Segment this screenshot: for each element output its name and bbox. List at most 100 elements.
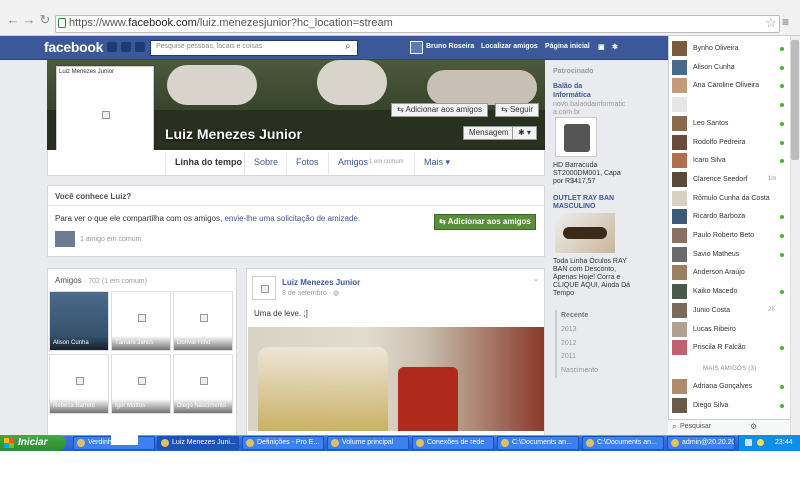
chat-contact[interactable]: Kaiko Macedo bbox=[672, 284, 790, 300]
avatar[interactable] bbox=[55, 231, 75, 247]
chat-contact-name: Ana Caroline Oliveira bbox=[693, 82, 760, 90]
network-icon[interactable] bbox=[745, 439, 752, 446]
avatar bbox=[672, 134, 687, 150]
taskbar-button[interactable]: Definições - Pro E... bbox=[242, 436, 324, 450]
avatar bbox=[672, 284, 687, 300]
ad1-title-2[interactable]: Informática bbox=[553, 92, 591, 99]
chat-contact[interactable]: Junio Costa 2h bbox=[672, 302, 790, 319]
profile-name[interactable]: Luiz Menezes Junior bbox=[165, 126, 302, 142]
chat-search-placeholder: Pesquisar bbox=[680, 423, 712, 430]
chat-options-icon[interactable]: ⚙ bbox=[750, 422, 757, 431]
ad1-title-1[interactable]: Balão da bbox=[553, 83, 582, 90]
message-button[interactable]: Mensagem bbox=[463, 126, 515, 140]
post-date[interactable]: 8 de setembro · ◍ bbox=[282, 289, 339, 297]
chat-contact[interactable]: Ana Caroline Oliveira bbox=[672, 78, 790, 94]
friend-tile[interactable]: Alison Cunha bbox=[49, 291, 109, 351]
follow-button[interactable]: ⇆ Seguir bbox=[495, 103, 540, 117]
timeline-year-recent[interactable]: Recente bbox=[561, 312, 588, 319]
avatar[interactable] bbox=[410, 41, 423, 54]
chat-contact[interactable]: Anderson Araújo bbox=[672, 265, 790, 281]
friend-tile[interactable]: Tâmara Janos bbox=[111, 291, 171, 351]
scrollbar-thumb[interactable] bbox=[791, 40, 799, 160]
post-photo[interactable] bbox=[248, 327, 544, 431]
ad2-text-5: Tempo bbox=[553, 290, 575, 297]
avatar bbox=[672, 41, 687, 56]
chat-contact[interactable]: Priscila R Falcão bbox=[672, 340, 790, 356]
tab-more[interactable]: Mais ▾ bbox=[424, 157, 450, 168]
friend-tile[interactable]: Diego Nascimento bbox=[173, 354, 233, 414]
back-icon[interactable]: ← bbox=[6, 13, 20, 27]
app-icon bbox=[331, 439, 339, 447]
ad2-title-2[interactable]: MASCULINO bbox=[553, 203, 595, 210]
timeline-year-birth[interactable]: Nascimento bbox=[561, 367, 598, 374]
gear-icon[interactable]: ✱ bbox=[612, 43, 618, 51]
friend-tile[interactable]: Dorival Filho bbox=[173, 291, 233, 351]
chat-contact[interactable]: Bynho Oliveira bbox=[672, 41, 790, 57]
taskbar-button-label: Volume principal bbox=[342, 439, 394, 446]
taskbar-button[interactable]: Volume principal bbox=[327, 436, 409, 450]
taskbar-button[interactable]: C:\Documents an... bbox=[582, 436, 664, 450]
timeline-year[interactable]: 2012 bbox=[561, 340, 577, 347]
privacy-icon[interactable]: ▣ bbox=[598, 43, 605, 51]
ad2-text-4: CLIQUE AQUI, Ainda Dá bbox=[553, 282, 631, 289]
facebook-logo[interactable]: facebook bbox=[44, 39, 103, 55]
timeline-year[interactable]: 2011 bbox=[561, 353, 576, 360]
timeline-year[interactable]: 2013 bbox=[561, 326, 577, 333]
chevron-down-icon[interactable]: ⌄ bbox=[533, 275, 539, 283]
tab-timeline[interactable]: Linha do tempo bbox=[175, 157, 242, 167]
settings-dropdown-icon[interactable]: ✱ ▾ bbox=[512, 126, 537, 140]
notifications-icon[interactable] bbox=[135, 42, 145, 52]
ad1-image[interactable] bbox=[555, 117, 597, 157]
taskbar-button-label: C:\Documents an... bbox=[597, 439, 657, 446]
tab-photos[interactable]: Fotos bbox=[296, 157, 319, 167]
menu-icon[interactable]: ≡ bbox=[782, 15, 789, 29]
bookmark-star-icon[interactable]: ☆ bbox=[765, 15, 777, 31]
chat-contact-name: Diego Silva bbox=[693, 402, 729, 409]
forward-icon[interactable]: → bbox=[22, 13, 36, 27]
chat-contact[interactable]: Adriana Gonçalves bbox=[672, 379, 790, 395]
chat-contact[interactable]: Ricardo Barboza bbox=[672, 209, 790, 225]
chat-contact[interactable]: Paulo Roberto Beto bbox=[672, 228, 790, 244]
ad1-url-2[interactable]: a.com.br bbox=[553, 109, 580, 116]
chat-contact[interactable]: Savio Matheus bbox=[672, 246, 790, 263]
messages-icon[interactable] bbox=[121, 42, 131, 52]
chat-contact[interactable]: Rômulo Cunha da Costa bbox=[672, 190, 790, 207]
avatar[interactable] bbox=[252, 276, 276, 300]
chat-contact[interactable]: Rodolfo Pedreira bbox=[672, 134, 790, 151]
find-friends-link[interactable]: Localizar amigos bbox=[481, 43, 538, 50]
tab-friends[interactable]: Amigos bbox=[338, 157, 368, 167]
home-link[interactable]: Página inicial bbox=[545, 43, 590, 50]
chat-contact[interactable]: Leo Santos bbox=[672, 115, 790, 132]
chat-contact[interactable]: Alison Cunha bbox=[672, 59, 790, 76]
mutual-friends-text[interactable]: 1 amigo em comum bbox=[80, 236, 141, 243]
tab-about[interactable]: Sobre bbox=[254, 157, 278, 167]
online-dot bbox=[780, 65, 784, 70]
friend-tile[interactable]: Igor Mattos bbox=[111, 354, 171, 414]
ad2-image[interactable] bbox=[555, 213, 615, 253]
friend-requests-icon[interactable] bbox=[107, 42, 117, 52]
reload-icon[interactable]: ↻ bbox=[38, 13, 52, 27]
user-name-link[interactable]: Bruno Roseira bbox=[426, 43, 474, 50]
friend-tile[interactable]: Rebeca Barreto bbox=[49, 354, 109, 414]
friend-name: Diego Nascimento bbox=[174, 399, 232, 413]
add-friend-button[interactable]: ⇆ Adicionar aos amigos bbox=[391, 103, 488, 117]
avatar bbox=[672, 228, 687, 243]
chat-contact[interactable]: Diego Silva bbox=[672, 398, 790, 414]
taskbar-button[interactable]: admin@20.20.20... bbox=[667, 436, 735, 450]
taskbar-button[interactable]: C:\Documents an... bbox=[497, 436, 579, 450]
chat-contact[interactable]: Clarence Seedorf 1m bbox=[672, 171, 790, 188]
chat-contact[interactable]: Icaro Silva bbox=[672, 153, 790, 169]
post-author[interactable]: Luiz Menezes Junior bbox=[282, 278, 360, 287]
chat-contact[interactable]: Lucas Ribeiro bbox=[672, 321, 790, 338]
volume-icon[interactable] bbox=[757, 439, 764, 446]
ad2-title-1[interactable]: OUTLET RAY BAN bbox=[553, 195, 614, 202]
friends-heading[interactable]: Amigos · 702 (1 em comum) bbox=[55, 276, 147, 285]
taskbar-button[interactable]: Conexões de rede bbox=[412, 436, 494, 450]
search-icon[interactable]: ⌕ bbox=[345, 41, 351, 52]
chat-contact[interactable] bbox=[672, 97, 790, 113]
taskbar-button[interactable]: Luiz Menezes Juni... bbox=[157, 436, 239, 450]
add-friend-green-button[interactable]: ⇆ Adicionar aos amigos bbox=[434, 214, 536, 230]
avatar bbox=[672, 265, 687, 281]
ad1-url-1[interactable]: novo.balaodainformatic bbox=[553, 101, 625, 108]
send-request-link[interactable]: envie-lhe uma solicitação de amizade. bbox=[224, 214, 360, 223]
